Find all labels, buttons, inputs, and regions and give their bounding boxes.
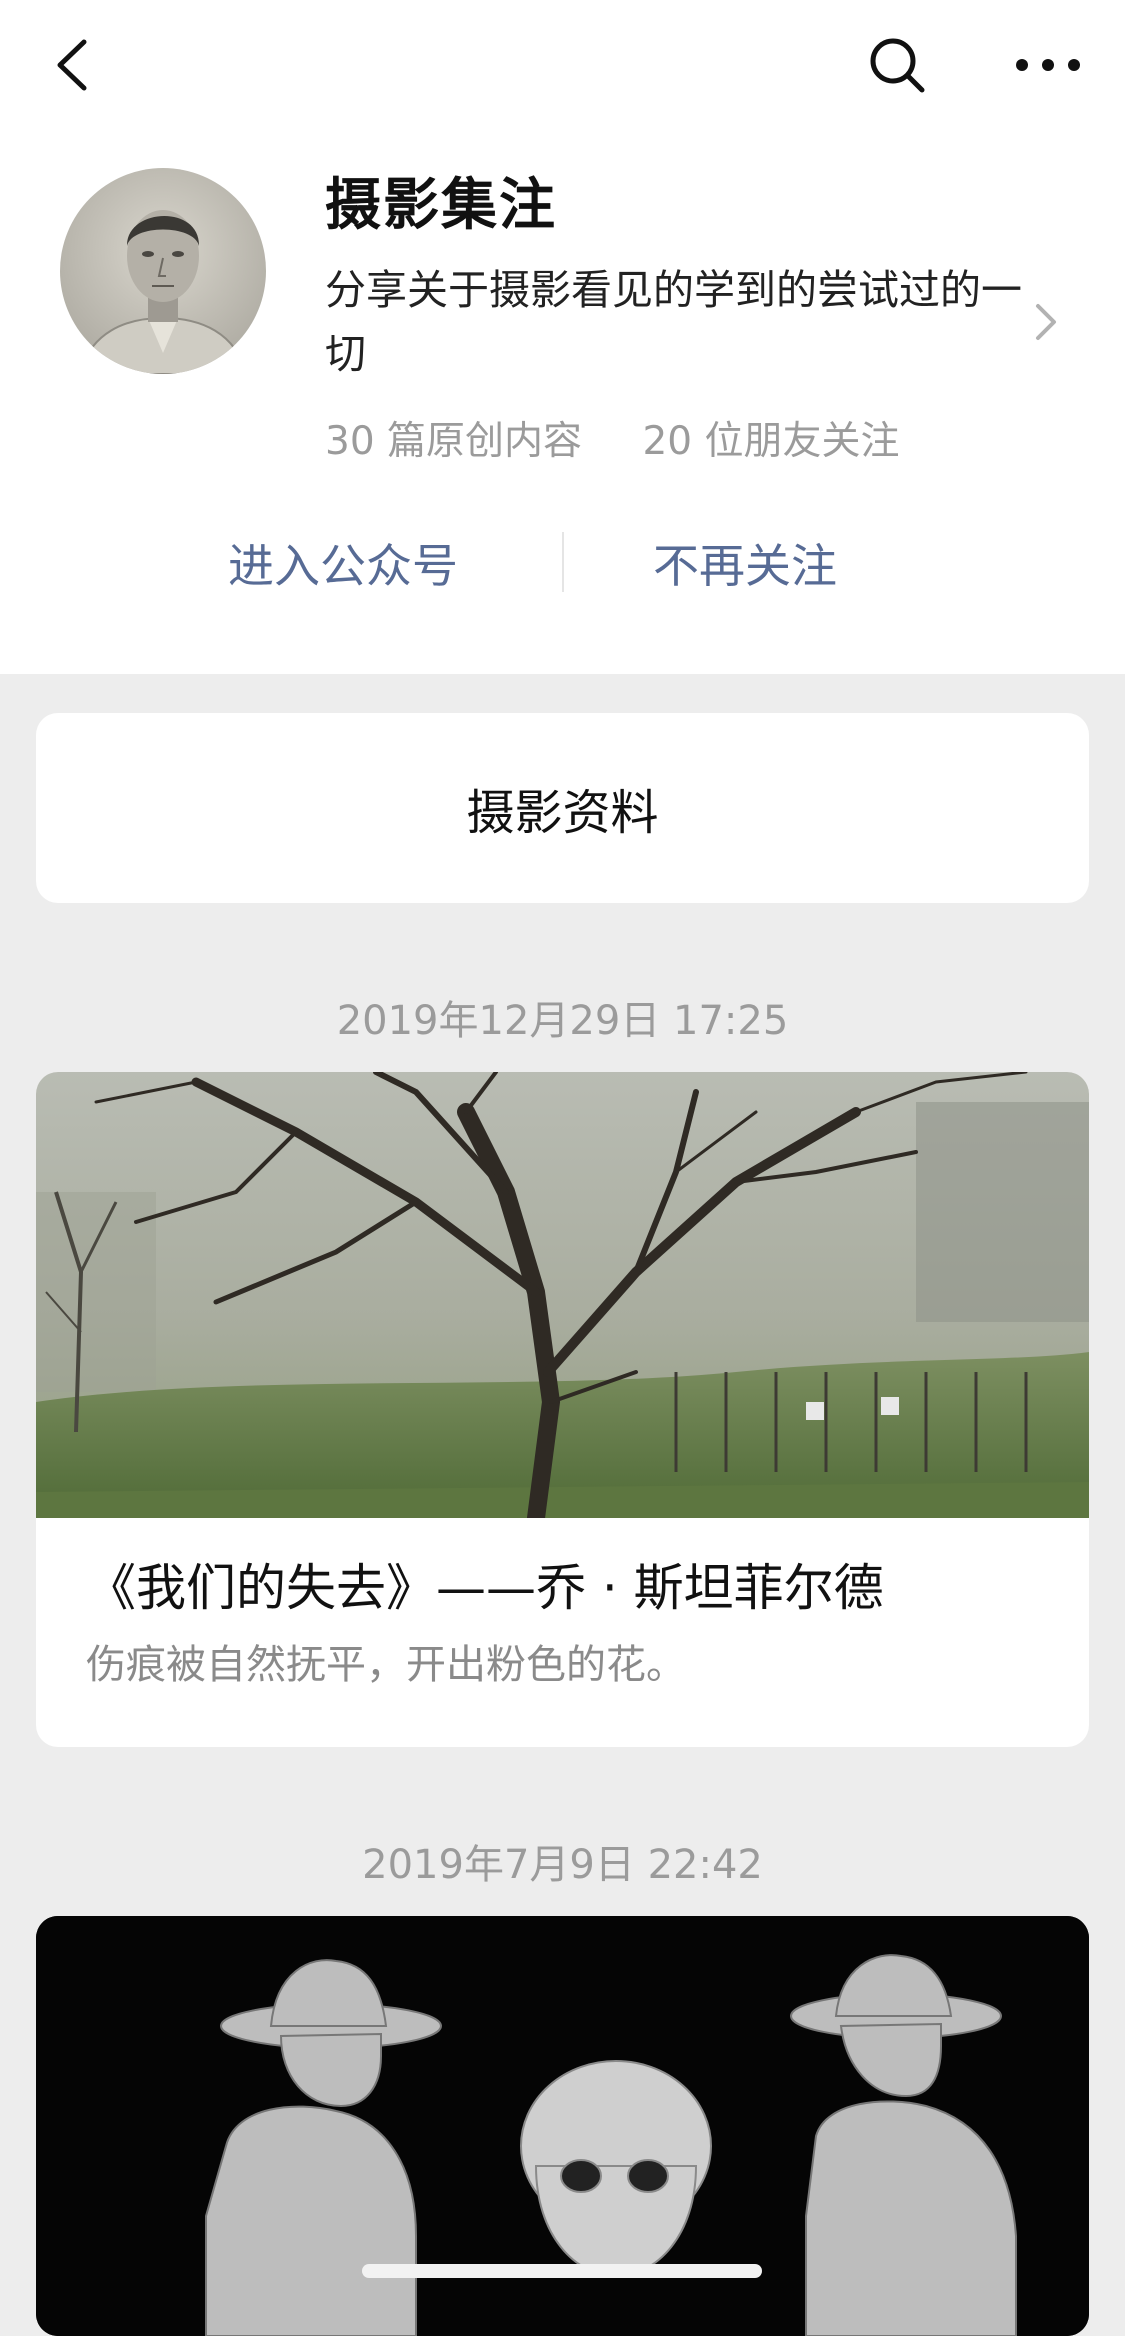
more-button[interactable]	[1008, 30, 1088, 100]
menu-label: 摄影资料	[466, 785, 659, 841]
article-card[interactable]: 《我们的失去》——乔 · 斯坦菲尔德 伤痕被自然抚平，开出粉色的花。	[36, 1072, 1089, 1747]
chevron-right-icon[interactable]	[1030, 300, 1060, 348]
account-description[interactable]: 分享关于摄影看见的学到的尝试过的一切	[325, 258, 1025, 386]
article-date: 2019年12月29日 17:25	[336, 998, 789, 1044]
search-icon	[870, 38, 925, 93]
enter-account-button[interactable]: 进入公众号	[228, 530, 458, 596]
menu-card[interactable]: 摄影资料	[36, 713, 1089, 903]
unfollow-button[interactable]: 不再关注	[653, 530, 837, 596]
article-date: 2019年7月9日 22:42	[362, 1842, 763, 1888]
avatar[interactable]	[60, 168, 266, 374]
chevron-left-icon	[57, 39, 87, 91]
article-cover-image	[36, 1072, 1089, 1518]
account-header: 摄影集注 分享关于摄影看见的学到的尝试过的一切 30 篇原创内容 20 位朋友关…	[0, 0, 1125, 674]
account-name: 摄影集注	[325, 173, 557, 238]
back-button[interactable]	[40, 30, 110, 100]
home-indicator[interactable]	[362, 2264, 762, 2278]
account-stats: 30 篇原创内容 20 位朋友关注	[325, 410, 947, 466]
search-button[interactable]	[862, 30, 932, 100]
article-title: 《我们的失去》——乔 · 斯坦菲尔德	[86, 1559, 884, 1617]
friends-following: 20 位朋友关注	[642, 419, 900, 464]
avatar-portrait	[60, 168, 266, 374]
article-subtitle: 伤痕被自然抚平，开出粉色的花。	[86, 1642, 686, 1688]
original-count: 30 篇原创内容	[325, 419, 583, 464]
more-dots-icon	[1016, 59, 1080, 71]
divider	[562, 532, 564, 592]
